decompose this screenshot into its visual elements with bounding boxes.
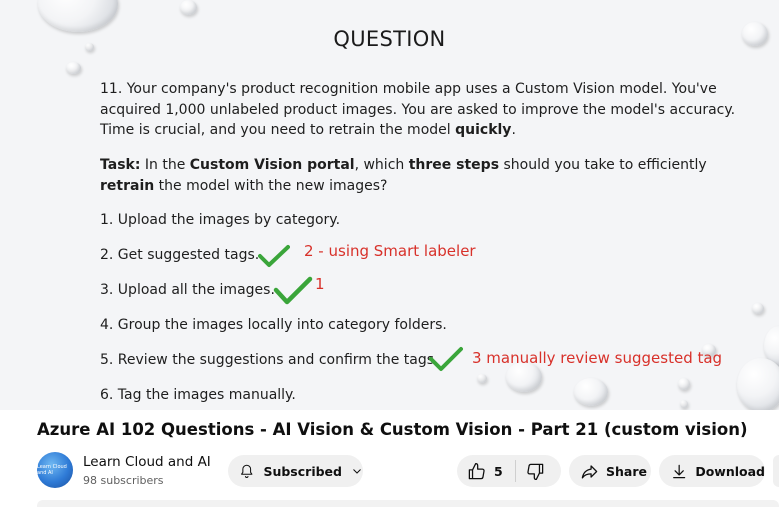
channel-avatar[interactable]: Learn Cloud and AI (37, 452, 73, 488)
water-drop-decoration (737, 358, 779, 410)
avatar-logo-text: Learn Cloud and AI (37, 464, 67, 476)
channel-name[interactable]: Learn Cloud and AI (83, 454, 211, 470)
text-run: the model with the new images? (154, 177, 388, 194)
water-drop-decoration (680, 400, 688, 408)
text-run: 11. Your company's product recognition m… (100, 81, 736, 138)
step-5: 5. Review the suggestions and confirm th… (100, 352, 439, 368)
annotation-step-2: 2 - using Smart labeler (304, 242, 476, 260)
subscribed-label: Subscribed (263, 463, 342, 479)
question-text: 11. Your company's product recognition m… (100, 79, 740, 141)
water-drop-decoration (180, 0, 197, 15)
bold-text-run: Task: (100, 157, 141, 173)
video-title: Azure AI 102 Questions - AI Vision & Cus… (37, 420, 748, 439)
subscribed-button[interactable]: Subscribed (228, 455, 363, 487)
bell-icon (241, 464, 253, 478)
divider (514, 460, 516, 482)
text-run: should you take to efficiently (499, 157, 707, 173)
text-run: In the (140, 157, 190, 173)
bold-text-run: three steps (408, 157, 500, 173)
step-2: 2. Get suggested tags. (100, 247, 260, 263)
question-heading: QUESTION (333, 27, 446, 51)
chevron-down-icon (353, 469, 361, 474)
step-1: 1. Upload the images by category. (100, 212, 341, 228)
subscriber-count: 98 subscribers (83, 474, 164, 487)
download-icon (673, 464, 686, 478)
share-arrow-icon (581, 464, 598, 478)
step-6: 6. Tag the images manually. (100, 387, 296, 403)
bold-text-run: Custom Vision portal (189, 157, 355, 173)
water-drop-decoration (678, 378, 690, 390)
video-player[interactable]: QUESTION 11. Your company's product reco… (0, 0, 779, 410)
thumbs-up-icon[interactable] (467, 462, 486, 481)
step-3: 3. Upload all the images. (100, 282, 275, 298)
water-drop-decoration (752, 303, 764, 314)
task-text: Task: In the Custom Vision portal, which… (100, 155, 740, 196)
text-run: . (511, 122, 516, 138)
share-label: Share (606, 463, 647, 479)
more-actions-button[interactable] (773, 455, 779, 487)
checkmark-icon (273, 276, 313, 305)
share-button[interactable]: Share (569, 455, 651, 487)
like-count: 5 (494, 463, 503, 479)
thumbs-down-icon[interactable] (526, 462, 545, 481)
checkmark-icon (429, 347, 463, 371)
water-drop-decoration (477, 374, 487, 383)
bold-text-run: retrain (100, 177, 155, 194)
annotation-step-5: 3 manually review suggested tag (472, 349, 723, 367)
text-run: , which (354, 157, 409, 173)
like-dislike-group: 5 (457, 455, 561, 487)
download-button[interactable]: Download (659, 455, 765, 487)
annotation-step-3: 1 (315, 275, 325, 293)
step-4: 4. Group the images locally into categor… (100, 317, 447, 333)
checkmark-icon (258, 245, 290, 267)
download-label: Download (695, 463, 765, 479)
water-drop-decoration (574, 378, 608, 406)
bold-text-run: quickly (455, 122, 512, 138)
water-drop-decoration (66, 62, 81, 74)
description-box-edge (37, 500, 779, 507)
